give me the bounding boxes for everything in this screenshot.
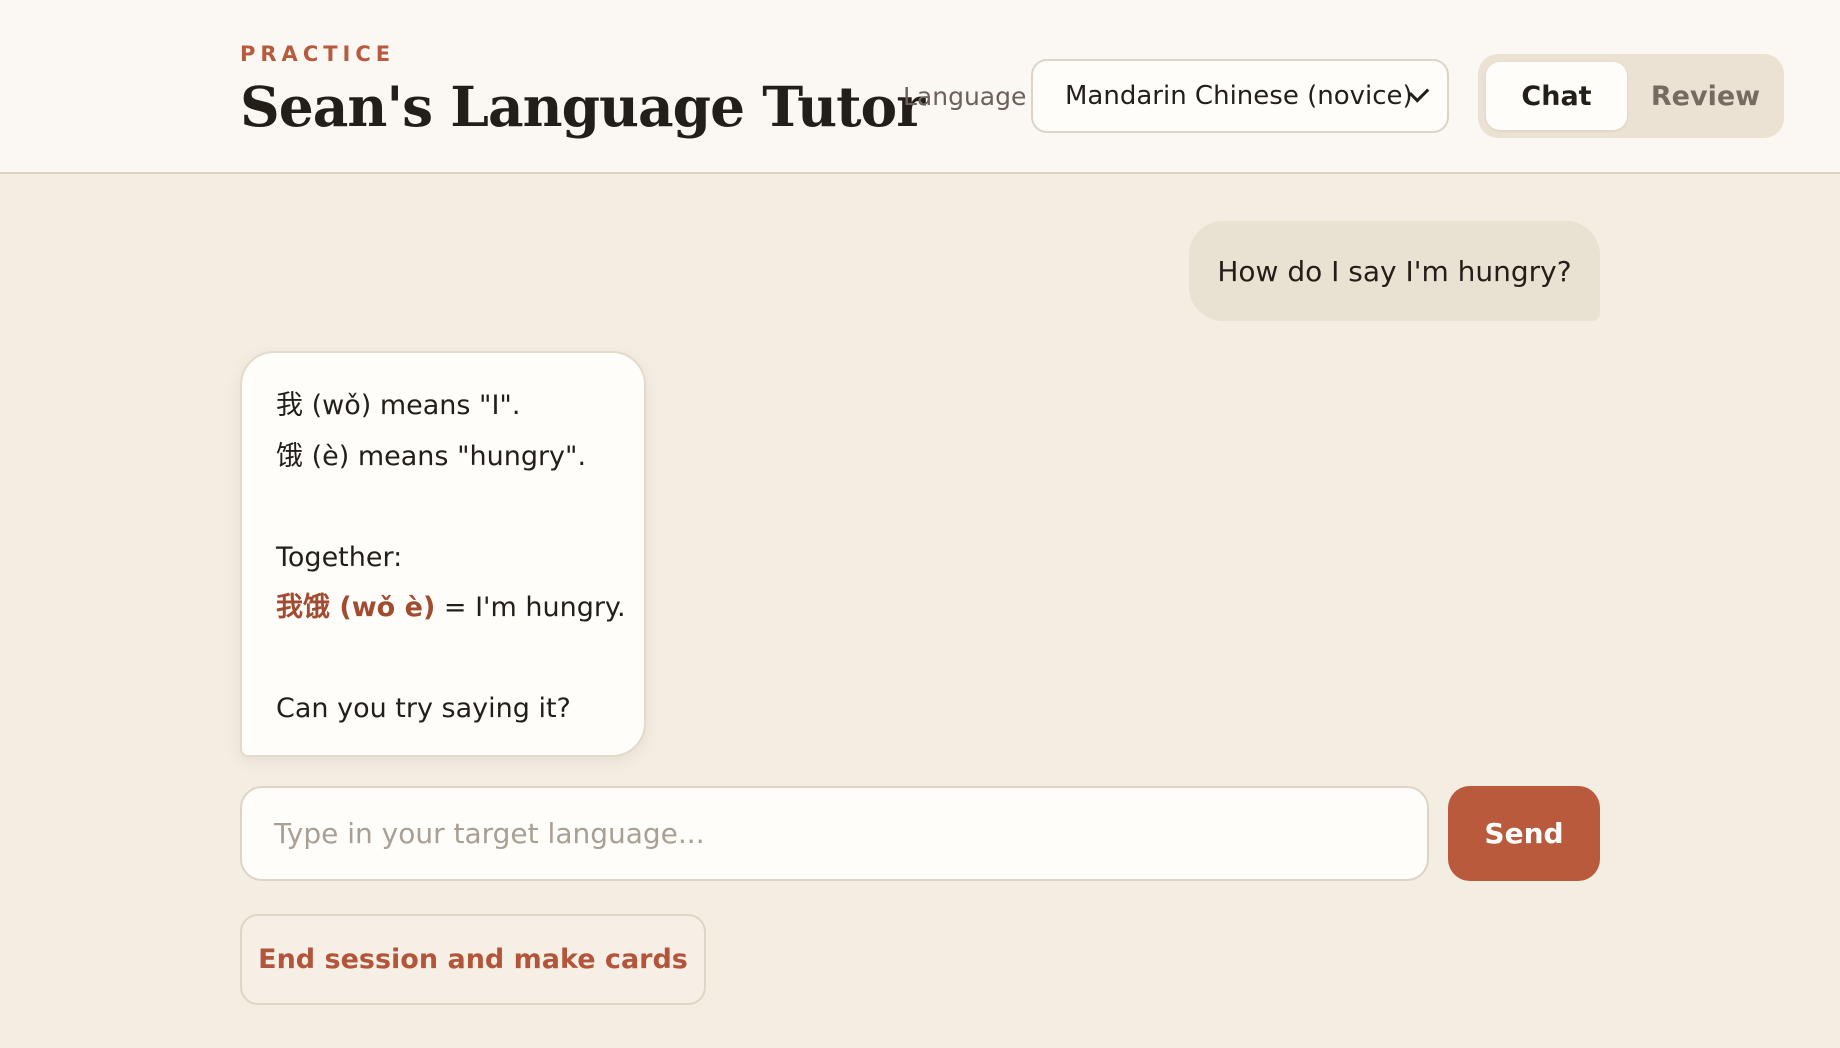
message-input[interactable] (240, 786, 1429, 881)
message-line (276, 482, 644, 533)
highlighted-phrase: 我饿 (wǒ è) (276, 592, 436, 623)
assistant-message: 我 (wǒ) means "I". 饿 (è) means "hungry". … (240, 351, 646, 757)
message-line: Can you try saying it? (276, 693, 571, 724)
message-line: 饿 (è) means "hungry". (276, 440, 587, 472)
user-message: How do I say I'm hungry? (1189, 221, 1600, 321)
language-select-value: Mandarin Chinese (novice) (1065, 81, 1413, 111)
phrase-translation: = I'm hungry. (435, 592, 626, 623)
tab-review[interactable]: Review (1635, 62, 1776, 130)
view-toggle: Chat Review (1478, 54, 1784, 138)
app-title: Sean's Language Tutor (240, 74, 925, 139)
message-line: Together: (276, 541, 403, 573)
message-line: 我饿 (wǒ è) = I'm hungry. (276, 583, 644, 634)
message-line (276, 634, 644, 685)
send-button[interactable]: Send (1448, 786, 1600, 881)
end-session-button[interactable]: End session and make cards (240, 914, 706, 1005)
page-eyebrow: PRACTICE (240, 42, 396, 66)
message-line: 我 (wǒ) means "I". (276, 390, 521, 421)
app-header: PRACTICE Sean's Language Tutor Language … (0, 0, 1840, 174)
language-label: Language (903, 82, 1027, 111)
language-select[interactable]: Mandarin Chinese (novice) (1031, 59, 1449, 133)
tab-chat[interactable]: Chat (1486, 62, 1627, 130)
